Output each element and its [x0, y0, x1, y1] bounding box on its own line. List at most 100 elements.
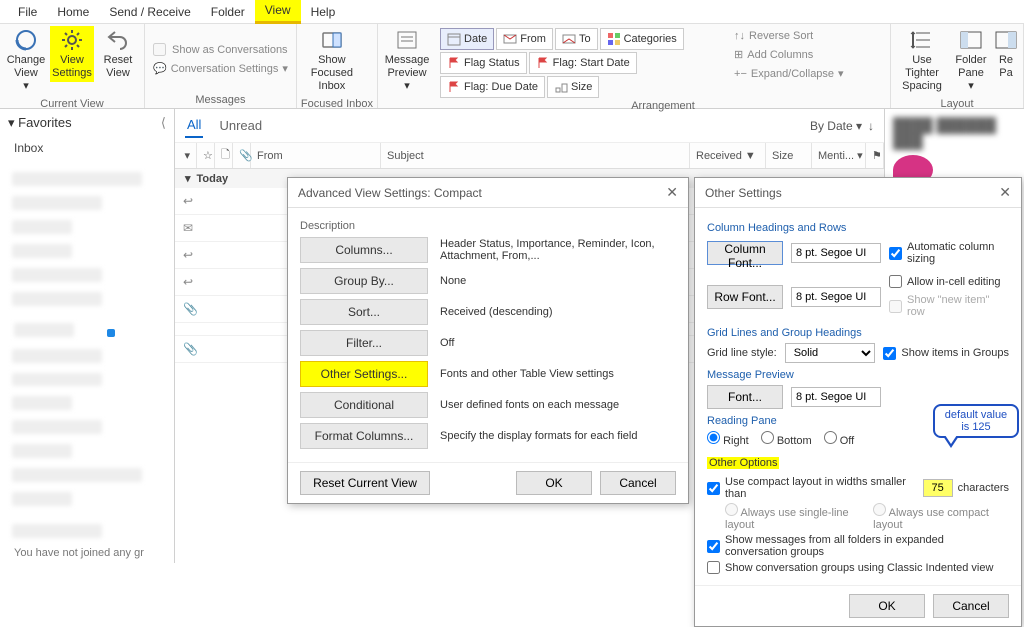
arrange-label: Size: [571, 81, 592, 93]
close-icon[interactable]: ✕: [999, 184, 1011, 201]
add-columns-button[interactable]: ⊞ Add Columns: [730, 46, 848, 63]
avs-format-columns-button[interactable]: Format Columns...: [300, 423, 428, 449]
sidebar-folder[interactable]: [12, 373, 102, 387]
col-mention[interactable]: Menti... ▾: [812, 143, 866, 168]
col-subject[interactable]: Subject: [381, 143, 690, 168]
os-column-font-button[interactable]: Column Font...: [707, 241, 783, 265]
os-show-expanded-checkbox[interactable]: Show messages from all folders in expand…: [707, 534, 1009, 558]
reverse-sort-button[interactable]: ↑↓ Reverse Sort: [730, 28, 848, 44]
col-select[interactable]: ▾: [175, 143, 197, 168]
os-font-button[interactable]: Font...: [707, 385, 783, 409]
sidebar-folder[interactable]: [12, 268, 102, 282]
sidebar-account[interactable]: [12, 172, 142, 186]
col-flag[interactable]: ⚑: [866, 143, 884, 168]
os-row-font-value[interactable]: [791, 287, 881, 307]
close-icon[interactable]: ✕: [666, 184, 678, 201]
message-preview-button[interactable]: Message Preview ▾: [382, 26, 432, 96]
sidebar-folder[interactable]: [12, 244, 72, 258]
arrange-by-from[interactable]: From: [496, 28, 553, 50]
show-as-conversations-checkbox[interactable]: Show as Conversations: [149, 41, 292, 58]
os-grid-style-select[interactable]: Solid: [785, 343, 875, 363]
reading-pane-button[interactable]: Re Pa: [993, 26, 1019, 82]
os-preview-font-value[interactable]: [791, 387, 881, 407]
os-show-groups-label: Show items in Groups: [901, 347, 1009, 359]
arrange-by-flag-status[interactable]: Flag Status: [440, 52, 527, 74]
sidebar-folder[interactable]: [12, 524, 102, 538]
sidebar-folder[interactable]: [12, 492, 72, 506]
avs-conditional-formatting-button[interactable]: Conditional Formatting...: [300, 392, 428, 418]
os-rp-bottom[interactable]: Bottom: [761, 431, 812, 447]
menu-home[interactable]: Home: [47, 1, 99, 23]
tab-unread[interactable]: Unread: [217, 114, 264, 137]
os-rp-off[interactable]: Off: [824, 431, 855, 447]
sidebar-folder[interactable]: [12, 349, 102, 363]
avs-description-label: Description: [300, 220, 676, 232]
arrange-by-categories[interactable]: Categories: [600, 28, 684, 50]
os-always-compact-radio[interactable]: Always use compact layout: [873, 503, 1009, 531]
sidebar-folder[interactable]: [12, 196, 102, 210]
os-always-single-radio[interactable]: Always use single-line layout: [725, 503, 868, 531]
arrange-by-flag-due[interactable]: Flag: Due Date: [440, 76, 545, 98]
avs-other-settings-button[interactable]: Other Settings...: [300, 361, 428, 387]
pin-icon[interactable]: ⟨: [161, 115, 166, 131]
avs-ok-button[interactable]: OK: [516, 471, 592, 495]
os-compact-width-input[interactable]: [923, 479, 953, 497]
sidebar-folder[interactable]: [12, 220, 72, 234]
col-received[interactable]: Received ▼: [690, 143, 766, 168]
tab-all[interactable]: All: [185, 113, 203, 138]
sidebar-folder[interactable]: [12, 396, 72, 410]
gear-icon: [60, 28, 84, 52]
sidebar-folder[interactable]: [12, 468, 142, 482]
sort-direction-button[interactable]: ↓: [868, 119, 874, 133]
col-from[interactable]: From: [251, 143, 381, 168]
os-row-font-button[interactable]: Row Font...: [707, 285, 783, 309]
avs-columns-button[interactable]: Columns...: [300, 237, 428, 263]
os-column-font-value[interactable]: [791, 243, 881, 263]
sort-by-button[interactable]: By Date ▾: [810, 119, 862, 133]
avs-groupby-button[interactable]: Group By...: [300, 268, 428, 294]
os-show-groups-checkbox[interactable]: Show items in Groups: [883, 347, 1009, 360]
os-compact-layout-checkbox[interactable]: Use compact layout in widths smaller tha…: [707, 476, 1009, 500]
col-size[interactable]: Size: [766, 143, 812, 168]
os-compact-suffix: characters: [958, 482, 1009, 494]
arrange-by-date[interactable]: Date: [440, 28, 494, 50]
arrange-by-flag-start[interactable]: Flag: Start Date: [529, 52, 637, 74]
view-settings-button[interactable]: View Settings: [50, 26, 94, 82]
col-attachment[interactable]: 📎: [233, 143, 251, 168]
avs-cancel-button[interactable]: Cancel: [600, 471, 676, 495]
favorites-header[interactable]: ▾ Favorites⟨: [0, 109, 174, 137]
avs-reset-button[interactable]: Reset Current View: [300, 471, 430, 495]
use-tighter-spacing-button[interactable]: Use Tighter Spacing: [895, 26, 949, 96]
os-auto-sizing-checkbox[interactable]: Automatic column sizing: [889, 241, 1009, 265]
menu-folder[interactable]: Folder: [201, 1, 255, 23]
sidebar-folder[interactable]: [12, 420, 102, 434]
menu-send-receive[interactable]: Send / Receive: [99, 1, 200, 23]
show-focused-inbox-button[interactable]: Show Focused Inbox: [301, 26, 363, 96]
change-view-button[interactable]: Change View ▾: [4, 26, 48, 96]
os-auto-sizing-label: Automatic column sizing: [907, 241, 1009, 265]
menu-view[interactable]: View: [255, 0, 301, 24]
col-reminder[interactable]: 🗋: [215, 143, 233, 168]
avs-filter-button[interactable]: Filter...: [300, 330, 428, 356]
conversation-settings-label: Conversation Settings: [171, 63, 279, 75]
conversation-settings-button[interactable]: 💬 Conversation Settings ▾: [149, 60, 292, 77]
os-rp-right[interactable]: Right: [707, 431, 749, 447]
col-importance[interactable]: ☆: [197, 143, 215, 168]
menu-help[interactable]: Help: [301, 1, 346, 23]
expand-collapse-button[interactable]: +− Expand/Collapse ▾: [730, 65, 848, 82]
folder-pane-button[interactable]: Folder Pane ▾: [951, 26, 991, 96]
sidebar-inbox[interactable]: Inbox: [0, 137, 174, 159]
reset-view-button[interactable]: Reset View: [96, 26, 140, 82]
arrangement-gallery[interactable]: Date From To Categories Flag Status Flag…: [440, 28, 720, 98]
arrange-by-size[interactable]: Size: [547, 76, 599, 98]
os-ok-button[interactable]: OK: [849, 594, 925, 618]
sidebar-folder[interactable]: [0, 319, 174, 344]
sidebar-folder[interactable]: [12, 444, 72, 458]
sidebar-folder[interactable]: [12, 292, 102, 306]
os-cancel-button[interactable]: Cancel: [933, 594, 1009, 618]
os-section-message-preview: Message Preview: [707, 369, 1009, 381]
os-incell-checkbox[interactable]: Allow in-cell editing: [889, 275, 1009, 288]
arrange-by-to[interactable]: To: [555, 28, 598, 50]
menu-file[interactable]: File: [8, 1, 47, 23]
avs-sort-button[interactable]: Sort...: [300, 299, 428, 325]
